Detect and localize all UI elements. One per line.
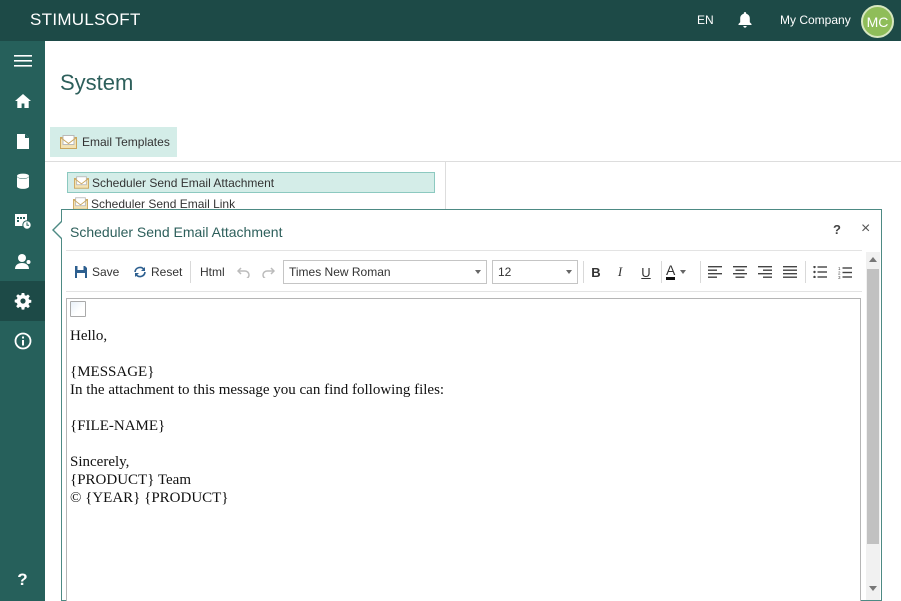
document-icon[interactable]: [0, 121, 45, 161]
brand-logo[interactable]: STIMULSOFT: [30, 10, 141, 30]
align-left-button[interactable]: [706, 263, 724, 281]
chevron-down-icon: [566, 270, 572, 274]
email-body-line: {PRODUCT} Team: [70, 472, 191, 488]
font-family-value: Times New Roman: [289, 265, 391, 279]
scroll-thumb[interactable]: [867, 269, 879, 544]
align-justify-icon: [783, 266, 797, 278]
divider: [700, 261, 701, 283]
divider: [66, 291, 862, 292]
font-size-value: 12: [498, 265, 512, 279]
save-button[interactable]: Save: [74, 255, 119, 289]
avatar[interactable]: MC: [861, 5, 894, 38]
save-label: Save: [92, 265, 120, 279]
font-size-select[interactable]: 12: [492, 260, 578, 284]
info-icon[interactable]: [0, 321, 45, 361]
list-item[interactable]: Scheduler Send Email Attachment: [67, 172, 435, 193]
divider: [45, 161, 901, 162]
divider: [805, 261, 806, 283]
email-body-line: {FILE-NAME}: [70, 418, 166, 434]
svg-text:3: 3: [838, 275, 841, 279]
bold-button[interactable]: B: [587, 263, 605, 281]
undo-button[interactable]: [237, 255, 251, 289]
email-body-line: {MESSAGE}: [70, 364, 155, 380]
email-template-dialog: Scheduler Send Email Attachment ? × Save…: [61, 209, 882, 601]
close-button[interactable]: ×: [861, 220, 870, 238]
email-body-line: [70, 435, 860, 453]
broken-image-icon: [70, 301, 86, 317]
page-title: System: [60, 70, 134, 95]
email-body-line: [70, 345, 860, 363]
dialog-title: Scheduler Send Email Attachment: [70, 224, 283, 240]
divider: [66, 250, 862, 251]
bullet-list-button[interactable]: [811, 263, 829, 281]
align-left-icon: [708, 266, 722, 278]
align-justify-button[interactable]: [781, 263, 799, 281]
undo-icon: [237, 267, 250, 278]
database-icon[interactable]: [0, 161, 45, 201]
html-button[interactable]: Html: [200, 255, 225, 289]
help-button[interactable]: ?: [833, 222, 841, 237]
redo-icon: [262, 267, 275, 278]
reset-label: Reset: [151, 265, 183, 279]
underline-button[interactable]: U: [637, 263, 655, 281]
email-body-editor[interactable]: Hello, {MESSAGE} In the attachment to this…: [66, 298, 861, 601]
align-center-icon: [733, 266, 747, 278]
editor-toolbar: Save Reset Html Times New Roman 12 B I U…: [66, 255, 862, 289]
scheduler-icon[interactable]: [0, 201, 45, 241]
font-family-select[interactable]: Times New Roman: [283, 260, 487, 284]
reset-icon: [134, 266, 146, 278]
italic-button[interactable]: I: [611, 263, 629, 281]
tab-email-templates[interactable]: Email Templates: [50, 127, 177, 157]
envelope-icon: [73, 197, 88, 209]
redo-button[interactable]: [261, 255, 275, 289]
list-item-label: Scheduler Send Email Attachment: [92, 175, 275, 190]
list-item-label: Scheduler Send Email Link: [91, 197, 236, 209]
divider: [661, 261, 662, 283]
font-color-button[interactable]: A: [666, 263, 694, 281]
divider: [190, 261, 191, 283]
divider: [583, 261, 584, 283]
envelope-icon: [60, 135, 77, 149]
align-center-button[interactable]: [731, 263, 749, 281]
company-menu[interactable]: My Company: [780, 13, 851, 27]
dialog-pointer: [54, 221, 63, 239]
reset-button[interactable]: Reset: [133, 255, 182, 289]
email-body-line: © {YEAR} {PRODUCT}: [70, 490, 229, 506]
chevron-down-icon: [475, 270, 481, 274]
gear-icon[interactable]: [0, 281, 45, 321]
align-right-icon: [758, 266, 772, 278]
numbered-list-icon: 123: [838, 266, 852, 279]
font-color-letter: A: [666, 262, 676, 280]
email-body-line: [70, 399, 860, 417]
scroll-up-icon[interactable]: [869, 257, 877, 262]
menu-icon[interactable]: [0, 41, 45, 81]
envelope-icon: [74, 176, 89, 189]
list-item[interactable]: Scheduler Send Email Link: [67, 194, 235, 209]
email-body-line: Hello,: [70, 328, 108, 344]
align-right-button[interactable]: [756, 263, 774, 281]
numbered-list-button[interactable]: 123: [836, 263, 854, 281]
users-icon[interactable]: [0, 241, 45, 281]
vertical-scrollbar[interactable]: [866, 252, 880, 600]
language-selector[interactable]: EN: [697, 13, 714, 27]
save-icon: [75, 266, 87, 278]
divider: [445, 162, 446, 210]
sidebar: ?: [0, 41, 45, 601]
email-body-line: In the attachment to this message you ca…: [70, 382, 445, 398]
bell-icon[interactable]: [737, 11, 753, 29]
chevron-down-icon: [680, 270, 687, 274]
top-bar: STIMULSOFT EN My Company MC: [0, 0, 901, 41]
email-body-line: Sincerely,: [70, 454, 130, 470]
help-icon[interactable]: ?: [0, 560, 45, 600]
bullet-list-icon: [813, 266, 827, 278]
scroll-down-icon[interactable]: [869, 586, 877, 591]
tab-label: Email Templates: [82, 135, 170, 149]
home-icon[interactable]: [0, 81, 45, 121]
